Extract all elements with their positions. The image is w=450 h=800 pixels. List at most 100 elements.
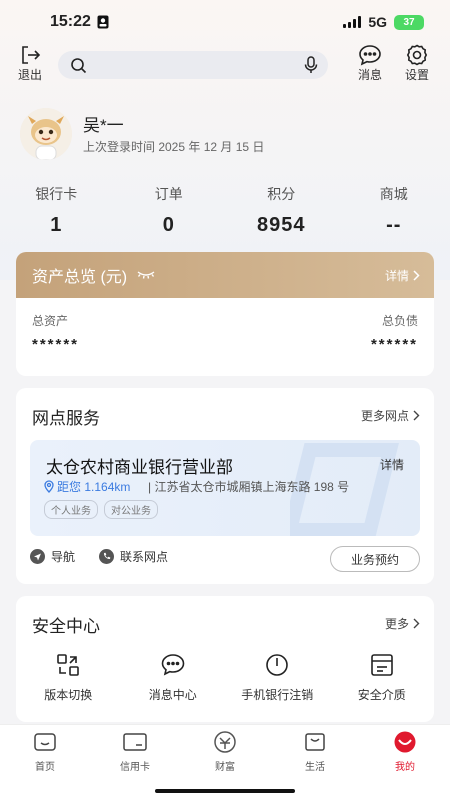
signal-icon [343,16,362,28]
version-switch-button[interactable]: 版本切换 [16,652,121,703]
settings-button[interactable]: 设置 [405,44,429,83]
security-center-title: 安全中心 [32,617,100,636]
chevron-right-icon [413,618,420,629]
stat-bank-cards[interactable]: 银行卡 1 [0,184,113,244]
branch-name: 太仓农村商业银行营业部 [46,458,233,477]
message-center-button[interactable]: 消息中心 [121,652,226,703]
message-center-icon [161,654,185,676]
tab-mine[interactable]: 我的 [360,731,450,777]
branch-info-box[interactable]: 太仓农村商业银行营业部 详情 距您 1.164km | 江苏省太仓市城厢镇上海东… [30,440,420,536]
branch-service-card: 网点服务 更多网点 太仓农村商业银行营业部 详情 距您 1.164km | 江苏… [16,388,434,584]
tag-corporate-business: 对公业务 [104,500,158,519]
header: 退出 消息 设置 [0,44,450,88]
microphone-icon[interactable] [304,56,318,74]
contact-branch-label: 联系网点 [120,550,169,564]
version-switch-icon [57,654,80,676]
branch-address: | 江苏省太仓市城厢镇上海东路 198 号 [148,480,350,494]
status-time: 15:22 [50,13,91,30]
chat-bubble-icon [359,45,381,66]
appointment-button[interactable]: 业务预约 [330,546,420,572]
last-login-time: 上次登录时间 2025 年 12 月 15 日 [83,140,265,154]
logout-button[interactable]: 退出 [18,44,42,83]
chevron-right-icon [413,269,420,281]
stat-points[interactable]: 积分 8954 [225,184,338,244]
stat-value: 8954 [257,214,306,236]
message-center-label: 消息中心 [148,688,197,702]
total-liabilities-value: ****** [370,336,418,353]
phone-icon [99,549,115,564]
more-branches-link[interactable]: 更多网点 [361,407,420,424]
battery-icon: 37 [394,14,424,30]
profile-section[interactable]: 吴*一 上次登录时间 2025 年 12 月 15 日 [20,108,440,168]
security-more-link[interactable]: 更多 [385,615,420,632]
eye-closed-icon[interactable] [137,270,155,280]
stat-mall[interactable]: 商城 -- [338,184,450,244]
tab-label: 首页 [35,762,55,773]
location-pin-icon [44,480,54,493]
gear-icon [406,44,428,66]
user-name: 吴*一 [83,116,124,135]
tab-label: 生活 [305,762,325,773]
total-assets-label: 总资产 [32,314,69,328]
mobile-banking-deregister-button[interactable]: 手机银行注销 [225,652,330,703]
mine-icon [394,731,416,753]
stat-label: 商城 [379,186,408,202]
asset-overview-title: 资产总览 (元) [32,269,128,286]
tab-label: 信用卡 [120,762,150,773]
security-device-label: 安全介质 [357,688,406,702]
tab-home[interactable]: 首页 [0,731,90,777]
credit-card-icon [123,733,147,751]
total-liabilities-label: 总负债 [381,314,418,328]
messages-button[interactable]: 消息 [358,44,382,83]
stat-value: -- [386,214,402,236]
tab-wealth[interactable]: 财富 [180,731,270,777]
chevron-right-icon [413,410,420,421]
battery-level: 37 [403,16,415,28]
branch-detail-link[interactable]: 详情 [380,456,404,473]
navigate-button[interactable]: 导航 [30,548,75,565]
asset-overview-card: 资产总览 (元) 详情 总资产 总负债 ****** ****** [16,252,434,376]
life-icon [305,733,325,751]
navigation-icon [30,549,45,564]
network-label: 5G [368,14,387,30]
logout-label: 退出 [18,68,43,82]
contact-branch-button[interactable]: 联系网点 [99,548,168,565]
stat-value: 1 [50,214,63,236]
home-icon [34,733,56,751]
home-indicator [155,789,295,793]
security-device-button[interactable]: 安全介质 [330,652,435,703]
asset-details-label: 详情 [384,268,409,283]
stats-row: 银行卡 1 订单 0 积分 8954 商城 -- [0,184,450,244]
tab-life[interactable]: 生活 [270,731,360,777]
search-bar[interactable] [58,51,328,79]
settings-label: 设置 [405,68,430,82]
mascot-avatar-icon [20,108,72,160]
stat-label: 订单 [154,186,183,202]
avatar[interactable] [20,108,72,160]
contact-card-icon [97,15,109,29]
status-bar: 15:22 5G 37 [0,0,450,44]
stat-orders[interactable]: 订单 0 [113,184,226,244]
branch-service-title: 网点服务 [32,409,100,428]
logout-icon [22,46,41,64]
total-assets-value: ****** [32,336,80,353]
navigate-label: 导航 [51,550,76,564]
more-branches-label: 更多网点 [360,409,409,423]
tab-label: 我的 [395,762,415,773]
search-input[interactable] [94,55,294,75]
asset-details-link[interactable]: 详情 [385,267,420,284]
power-icon [266,654,289,676]
wealth-icon [214,731,236,753]
security-center-card: 安全中心 更多 版本切换 消息中心 手机银行注销 安全介质 [16,596,434,722]
asset-overview-header: 资产总览 (元) 详情 [16,252,434,298]
stat-label: 积分 [267,186,296,202]
security-device-icon [370,654,393,676]
stat-label: 银行卡 [35,186,78,202]
version-switch-label: 版本切换 [44,688,93,702]
security-more-label: 更多 [384,617,409,631]
search-icon [71,58,87,74]
tab-credit-card[interactable]: 信用卡 [90,731,180,777]
tab-label: 财富 [215,762,235,773]
stat-value: 0 [162,214,175,236]
branch-distance: 距您 1.164km [57,480,131,494]
